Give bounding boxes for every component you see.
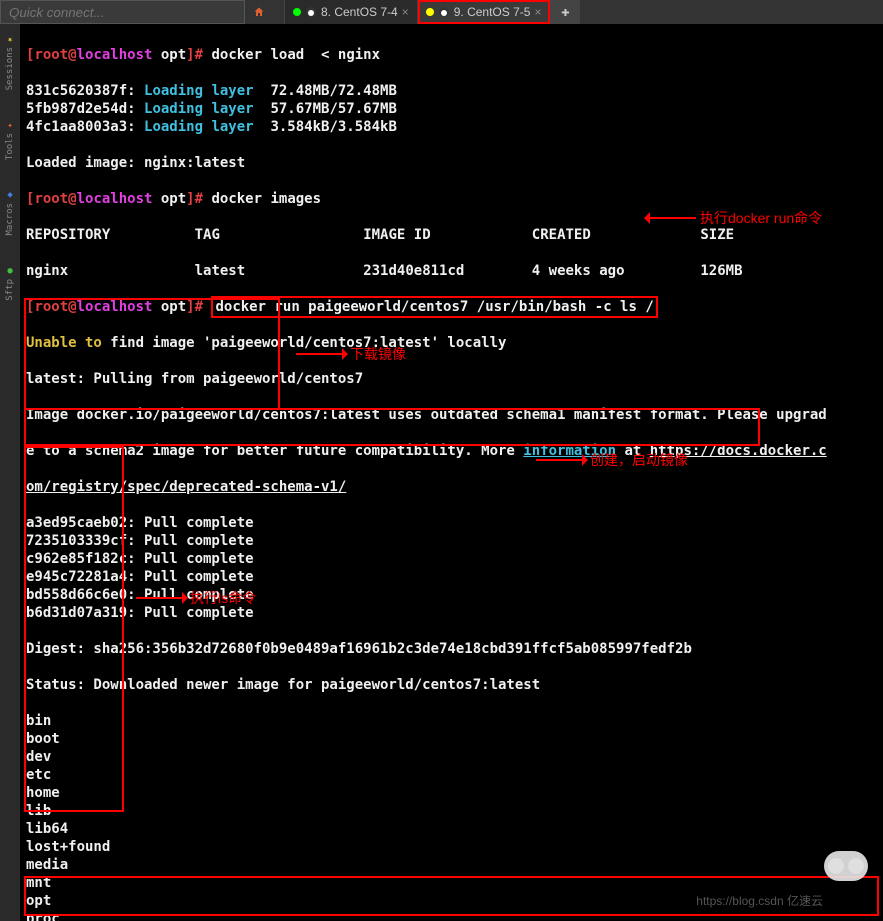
terminal-line: REPOSITORY TAG IMAGE ID CREATED SIZE <box>26 226 877 244</box>
terminal-line: Digest: sha256:356b32d72680f0b9e0489af16… <box>26 640 877 658</box>
close-icon[interactable]: × <box>402 5 409 19</box>
terminal-line: e945c72281a4: Pull complete <box>26 568 877 586</box>
terminal-line: media <box>26 856 877 874</box>
terminal-line: bin <box>26 712 877 730</box>
tab-home[interactable] <box>245 0 285 24</box>
terminal-line: a3ed95caeb02: Pull complete <box>26 514 877 532</box>
terminal-line: 831c5620387f: Loading layer 72.48MB/72.4… <box>26 82 877 100</box>
sidebar-sessions[interactable]: Sessions★ <box>5 34 15 90</box>
watermark-icon <box>824 851 868 881</box>
tab-label: 8. CentOS 7-4 <box>321 5 398 19</box>
home-icon <box>253 6 265 18</box>
terminal-line: boot <box>26 730 877 748</box>
terminal[interactable]: [root@localhost opt]# docker load < ngin… <box>20 24 883 921</box>
tab-centos74[interactable]: 8. CentOS 7-4 × <box>285 0 418 24</box>
tab-label: 9. CentOS 7-5 <box>454 5 531 19</box>
terminal-line: dev <box>26 748 877 766</box>
terminal-line: proc <box>26 910 877 921</box>
sidebar-macros[interactable]: Macros◆ <box>5 190 15 236</box>
annotation: 下载镜像 <box>296 344 406 364</box>
terminal-line: etc <box>26 766 877 784</box>
terminal-line: e to a schema2 image for better future c… <box>26 442 877 460</box>
close-icon[interactable]: × <box>534 5 541 19</box>
new-tab-button[interactable]: ✚ <box>550 0 580 24</box>
terminal-line: Image docker.io/paigeeworld/centos7:late… <box>26 406 877 424</box>
terminal-line: home <box>26 784 877 802</box>
terminal-line: Loaded image: nginx:latest <box>26 154 877 172</box>
terminal-line: latest: Pulling from paigeeworld/centos7 <box>26 370 877 388</box>
terminal-line: om/registry/spec/deprecated-schema-v1/ <box>26 478 877 496</box>
annotation: 创建，启动镜像 <box>536 450 688 470</box>
terminal-line: mnt <box>26 874 877 892</box>
sidebar-sftp[interactable]: Sftp● <box>5 266 15 301</box>
terminal-line: nginx latest 231d40e811cd 4 weeks ago 12… <box>26 262 877 280</box>
watermark: https://blog.csdn 亿速云 <box>696 892 823 909</box>
terminal-line: [root@localhost opt]# docker load < ngin… <box>26 46 877 64</box>
status-dot-icon <box>426 8 434 16</box>
terminal-line: lib64 <box>26 820 877 838</box>
annotation: 执行ls命令 <box>136 588 256 608</box>
penguin-icon <box>305 6 317 18</box>
terminal-line: Unable to find image 'paigeeworld/centos… <box>26 334 877 352</box>
terminal-line: lost+found <box>26 838 877 856</box>
sidebar: Sessions★ Tools✦ Macros◆ Sftp● <box>0 24 20 921</box>
sidebar-tools[interactable]: Tools✦ <box>5 120 15 160</box>
penguin-icon <box>438 6 450 18</box>
quick-connect-input[interactable] <box>0 0 245 24</box>
terminal-line: Status: Downloaded newer image for paige… <box>26 676 877 694</box>
terminal-line: lib <box>26 802 877 820</box>
terminal-line: 5fb987d2e54d: Loading layer 57.67MB/57.6… <box>26 100 877 118</box>
tab-centos75[interactable]: 9. CentOS 7-5× <box>418 0 551 24</box>
terminal-line: c962e85f182c: Pull complete <box>26 550 877 568</box>
terminal-line: [root@localhost opt]# docker run paigeew… <box>26 298 877 316</box>
status-dot-icon <box>293 8 301 16</box>
terminal-line: 7235103339cf: Pull complete <box>26 532 877 550</box>
terminal-line: [root@localhost opt]# docker images <box>26 190 877 208</box>
terminal-line: 4fc1aa8003a3: Loading layer 3.584kB/3.58… <box>26 118 877 136</box>
annotation: 执行docker run命令 <box>646 208 822 228</box>
